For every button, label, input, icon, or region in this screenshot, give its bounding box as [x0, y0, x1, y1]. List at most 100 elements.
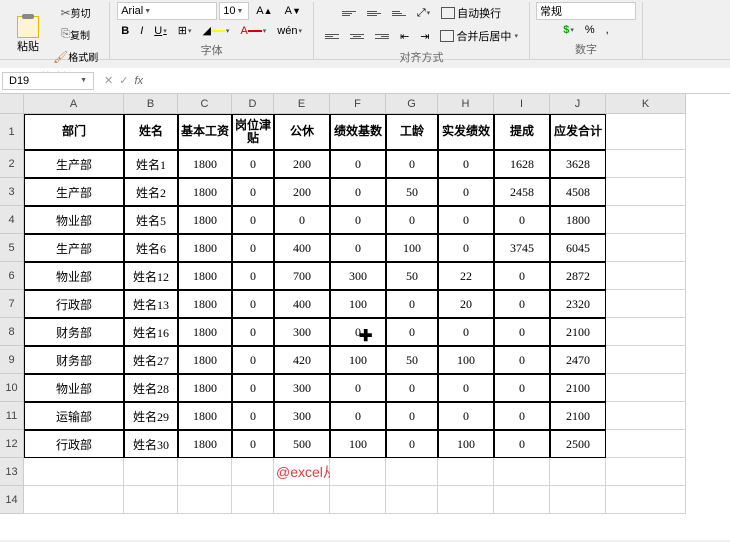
- cell[interactable]: 行政部: [24, 430, 124, 458]
- merge-center-button[interactable]: 合并后居中▾: [435, 25, 523, 47]
- cell[interactable]: 姓名28: [124, 374, 178, 402]
- align-center-button[interactable]: [345, 25, 369, 47]
- cell[interactable]: [606, 150, 686, 178]
- cell[interactable]: 420: [274, 346, 330, 374]
- cell[interactable]: [330, 486, 386, 514]
- border-button[interactable]: ⊞▾: [173, 21, 197, 40]
- cell[interactable]: [606, 206, 686, 234]
- cell[interactable]: 100: [330, 346, 386, 374]
- row-header-12[interactable]: 12: [0, 430, 24, 458]
- cell[interactable]: 50: [386, 178, 438, 206]
- cell[interactable]: 0: [232, 430, 274, 458]
- cell[interactable]: 生产部: [24, 234, 124, 262]
- cell[interactable]: 0: [494, 262, 550, 290]
- cell[interactable]: 300: [274, 374, 330, 402]
- cell[interactable]: [606, 262, 686, 290]
- cell[interactable]: 300: [330, 262, 386, 290]
- cell[interactable]: 工龄: [386, 114, 438, 150]
- row-header-3[interactable]: 3: [0, 178, 24, 206]
- cell[interactable]: [438, 458, 494, 486]
- cell[interactable]: 0: [232, 178, 274, 206]
- cell[interactable]: 1800: [178, 262, 232, 290]
- row-header-10[interactable]: 10: [0, 374, 24, 402]
- row-header-13[interactable]: 13: [0, 458, 24, 486]
- cell[interactable]: 0: [232, 290, 274, 318]
- cell[interactable]: [24, 458, 124, 486]
- row-header-14[interactable]: 14: [0, 486, 24, 514]
- currency-button[interactable]: ▾: [558, 21, 579, 39]
- cell[interactable]: [606, 318, 686, 346]
- cell[interactable]: 姓名12: [124, 262, 178, 290]
- cell[interactable]: 100: [330, 430, 386, 458]
- cell[interactable]: 700: [274, 262, 330, 290]
- column-header-F[interactable]: F: [330, 94, 386, 114]
- cell[interactable]: [232, 486, 274, 514]
- cell[interactable]: 物业部: [24, 374, 124, 402]
- row-header-11[interactable]: 11: [0, 402, 24, 430]
- cell[interactable]: 生产部: [24, 150, 124, 178]
- cell[interactable]: 100: [386, 234, 438, 262]
- cell[interactable]: 0: [386, 402, 438, 430]
- name-box[interactable]: D19▼: [2, 72, 94, 90]
- font-size-select[interactable]: 10▼: [219, 2, 249, 20]
- cell[interactable]: 100: [330, 290, 386, 318]
- cell[interactable]: 100: [438, 430, 494, 458]
- wrap-text-button[interactable]: 自动换行: [436, 2, 506, 24]
- cell[interactable]: [494, 458, 550, 486]
- cell[interactable]: 0: [232, 206, 274, 234]
- column-header-C[interactable]: C: [178, 94, 232, 114]
- cell[interactable]: 2100: [550, 374, 606, 402]
- cell[interactable]: 0: [438, 318, 494, 346]
- cell[interactable]: 0: [330, 234, 386, 262]
- cell[interactable]: [606, 178, 686, 206]
- confirm-formula-button[interactable]: ✓: [119, 74, 128, 87]
- cell[interactable]: 500: [274, 430, 330, 458]
- cell[interactable]: 300: [274, 318, 330, 346]
- cell[interactable]: 0: [232, 262, 274, 290]
- cell[interactable]: 2500: [550, 430, 606, 458]
- cell[interactable]: 1800: [178, 206, 232, 234]
- formula-input[interactable]: [151, 79, 730, 83]
- column-header-G[interactable]: G: [386, 94, 438, 114]
- cell[interactable]: 2320: [550, 290, 606, 318]
- number-format-select[interactable]: 常规: [536, 2, 636, 20]
- font-color-button[interactable]: A▾: [235, 22, 271, 40]
- cell[interactable]: [274, 486, 330, 514]
- cell[interactable]: 姓名1: [124, 150, 178, 178]
- orientation-button[interactable]: ⤢▾: [412, 2, 435, 24]
- cell[interactable]: 2458: [494, 178, 550, 206]
- cell[interactable]: 公休: [274, 114, 330, 150]
- align-right-button[interactable]: [370, 25, 394, 47]
- align-left-button[interactable]: [320, 25, 344, 47]
- cell[interactable]: 岗位津贴: [232, 114, 274, 150]
- cell[interactable]: 0: [386, 374, 438, 402]
- cell[interactable]: [606, 234, 686, 262]
- cell[interactable]: 4508: [550, 178, 606, 206]
- cell[interactable]: 0: [438, 402, 494, 430]
- cell[interactable]: 实发绩效: [438, 114, 494, 150]
- cell[interactable]: [330, 458, 386, 486]
- cell[interactable]: 0: [330, 374, 386, 402]
- column-header-B[interactable]: B: [124, 94, 178, 114]
- cell[interactable]: 0: [232, 374, 274, 402]
- fill-color-button[interactable]: ◢▾: [197, 21, 234, 40]
- copy-button[interactable]: ⎘复制: [48, 24, 103, 45]
- cell[interactable]: 0: [494, 402, 550, 430]
- cell[interactable]: 20: [438, 290, 494, 318]
- cell[interactable]: 姓名27: [124, 346, 178, 374]
- cell[interactable]: 0: [386, 150, 438, 178]
- cell[interactable]: [550, 486, 606, 514]
- cell[interactable]: 400: [274, 290, 330, 318]
- bold-button[interactable]: B: [116, 22, 134, 40]
- cell[interactable]: 0: [232, 402, 274, 430]
- cell[interactable]: 0: [330, 206, 386, 234]
- column-header-J[interactable]: J: [550, 94, 606, 114]
- cell[interactable]: 1800: [178, 318, 232, 346]
- cell[interactable]: 1628: [494, 150, 550, 178]
- cell[interactable]: 1800: [178, 290, 232, 318]
- cell[interactable]: 0: [438, 206, 494, 234]
- cell[interactable]: 2100: [550, 318, 606, 346]
- cell[interactable]: 50: [386, 346, 438, 374]
- cell[interactable]: 1800: [178, 234, 232, 262]
- align-middle-button[interactable]: [362, 2, 386, 24]
